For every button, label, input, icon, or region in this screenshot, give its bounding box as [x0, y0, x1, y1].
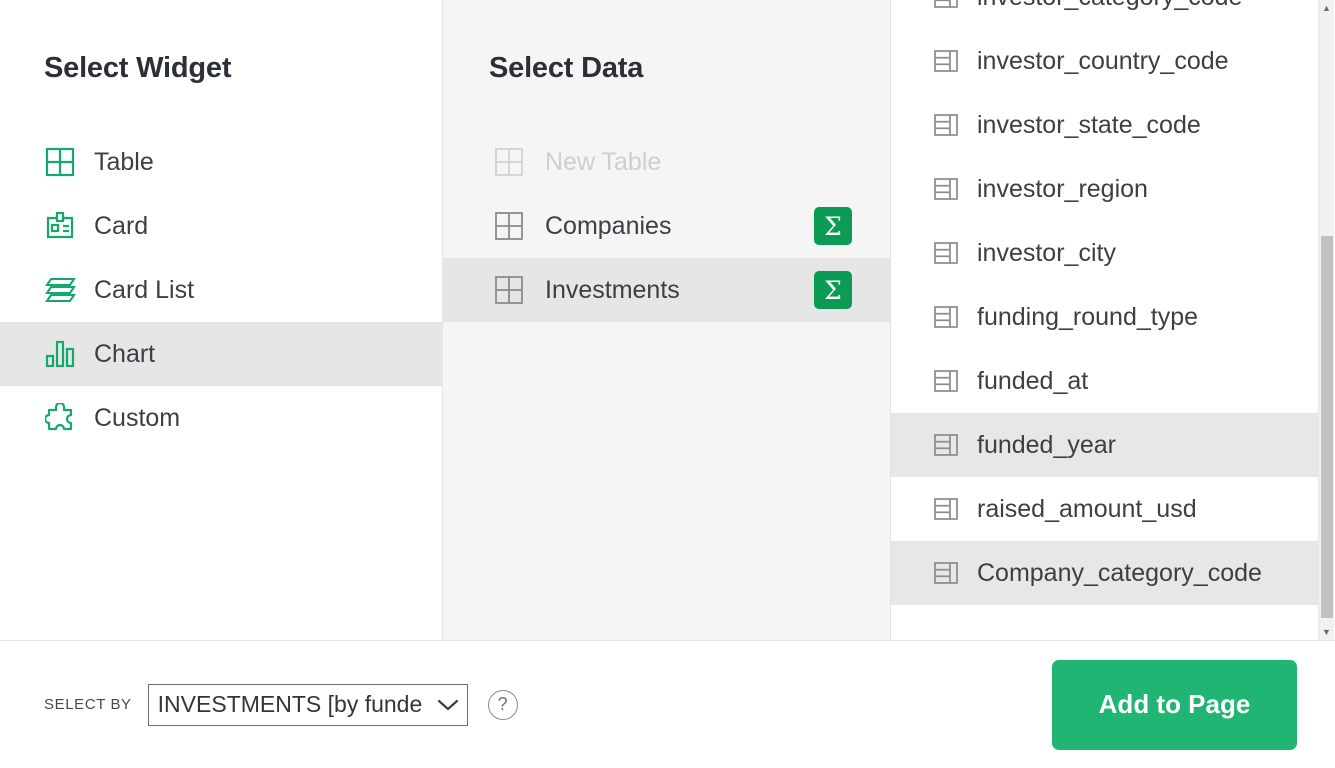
column-item[interactable]: funding_round_type [891, 285, 1318, 349]
table-grid-icon [489, 273, 529, 307]
panels-container: Select Widget Table [0, 0, 1335, 641]
dialog-footer: SELECT BY INVESTMENTS [by funde ? Add to… [0, 641, 1335, 768]
puzzle-icon [40, 401, 80, 435]
widget-list: Table Card [0, 130, 442, 450]
widget-item-label: Card [94, 212, 148, 241]
data-item-new-table[interactable]: New Table [443, 130, 890, 194]
data-item-companies[interactable]: Companies Σ [443, 194, 890, 258]
column-field-icon [933, 560, 959, 586]
column-item-label: raised_amount_usd [977, 495, 1197, 524]
select-data-panel: Select Data New Table [443, 0, 891, 640]
column-item[interactable]: investor_country_code [891, 29, 1318, 93]
data-item-investments[interactable]: Investments Σ [443, 258, 890, 322]
card-icon [40, 209, 80, 243]
data-table-list: New Table Companies Σ [443, 130, 890, 322]
data-item-label: New Table [545, 148, 661, 177]
sigma-badge[interactable]: Σ [814, 271, 852, 309]
column-item-label: funded_at [977, 367, 1088, 396]
widget-item-label: Table [94, 148, 154, 177]
column-item-label: investor_region [977, 175, 1148, 204]
add-to-page-button[interactable]: Add to Page [1052, 660, 1297, 750]
column-field-icon [933, 176, 959, 202]
column-item[interactable]: investor_category_code [891, 0, 1318, 29]
column-item-label: investor_city [977, 239, 1116, 268]
column-field-icon [933, 48, 959, 74]
widget-item-label: Chart [94, 340, 155, 369]
table-grid-icon [489, 209, 529, 243]
column-field-icon [933, 112, 959, 138]
bar-chart-icon [40, 337, 80, 371]
select-by-value: INVESTMENTS [by funde [149, 691, 429, 718]
widget-item-card-list[interactable]: Card List [0, 258, 442, 322]
scroll-down-arrow-icon[interactable]: ▼ [1319, 624, 1334, 640]
column-item-label: Company_category_code [977, 559, 1262, 588]
column-field-icon [933, 240, 959, 266]
column-field-icon [933, 368, 959, 394]
select-widget-panel: Select Widget Table [0, 0, 443, 640]
chevron-down-icon[interactable] [429, 685, 467, 725]
select-by-label: SELECT BY [44, 696, 132, 713]
column-item[interactable]: raised_amount_usd [891, 477, 1318, 541]
table-grid-icon [489, 145, 529, 179]
widget-item-card[interactable]: Card [0, 194, 442, 258]
column-item-label: investor_category_code [977, 0, 1242, 12]
select-data-title: Select Data [443, 0, 890, 85]
column-field-icon [933, 304, 959, 330]
widget-item-chart[interactable]: Chart [0, 322, 442, 386]
column-item[interactable]: investor_city [891, 221, 1318, 285]
select-widget-title: Select Widget [0, 0, 442, 85]
column-item-label: funding_round_type [977, 303, 1198, 332]
data-item-label: Companies [545, 212, 671, 241]
column-item-funded-year[interactable]: funded_year [891, 413, 1318, 477]
data-item-label: Investments [545, 276, 680, 305]
select-columns-panel: investor_category_code investor_country_… [891, 0, 1334, 640]
table-grid-icon [40, 145, 80, 179]
select-by-dropdown[interactable]: INVESTMENTS [by funde [148, 684, 468, 726]
column-item-label: investor_state_code [977, 111, 1201, 140]
column-field-icon [933, 432, 959, 458]
column-item-label: funded_year [977, 431, 1116, 460]
column-field-icon [933, 496, 959, 522]
column-list-scrollbar[interactable]: ▲ ▼ [1318, 0, 1334, 640]
scroll-up-arrow-icon[interactable]: ▲ [1319, 0, 1334, 16]
column-field-icon [933, 0, 959, 10]
column-item[interactable]: investor_region [891, 157, 1318, 221]
column-item-label: investor_country_code [977, 47, 1229, 76]
help-icon[interactable]: ? [488, 690, 518, 720]
widget-item-custom[interactable]: Custom [0, 386, 442, 450]
column-item[interactable]: investor_state_code [891, 93, 1318, 157]
scrollbar-thumb[interactable] [1321, 236, 1333, 618]
widget-item-label: Card List [94, 276, 194, 305]
add-widget-dialog: Select Widget Table [0, 0, 1335, 768]
widget-item-table[interactable]: Table [0, 130, 442, 194]
sigma-badge[interactable]: Σ [814, 207, 852, 245]
card-list-icon [40, 273, 80, 307]
widget-item-label: Custom [94, 404, 180, 433]
column-item-company-category-code[interactable]: Company_category_code [891, 541, 1318, 605]
column-item[interactable]: funded_at [891, 349, 1318, 413]
column-list: investor_category_code investor_country_… [891, 0, 1318, 605]
